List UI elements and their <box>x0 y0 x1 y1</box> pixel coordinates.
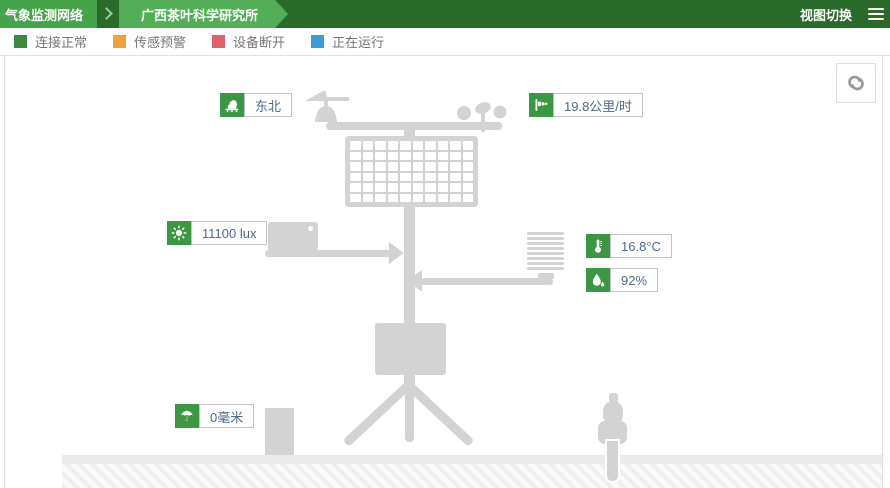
legend-swatch-warning <box>113 35 126 48</box>
umbrella-icon: ☂ <box>175 404 199 428</box>
station-diagram: 东北 19.8公里/时 <box>0 56 890 488</box>
legend-item-disconnected: 设备断开 <box>212 32 285 51</box>
legend-label-warning: 传感预警 <box>134 32 186 51</box>
content-right-border <box>882 56 883 488</box>
topbar-right: 视图切换 <box>800 0 890 28</box>
legend-swatch-disconnected <box>212 35 225 48</box>
sensor-indicator-dot <box>308 226 313 231</box>
hamburger-menu-icon[interactable] <box>868 8 884 20</box>
weathervane-icon <box>220 93 244 117</box>
legend-item-running: 正在运行 <box>311 32 384 51</box>
temperature-value: 16.8°C <box>610 234 672 258</box>
breadcrumb-site-label: 广西茶叶科学研究所 <box>141 5 258 24</box>
humidity-badge[interactable]: 92% <box>586 268 658 292</box>
view-switch-button[interactable]: 视图切换 <box>800 5 852 24</box>
tripod-leg-right <box>405 382 474 447</box>
light-badge[interactable]: 11100 lux <box>167 221 267 245</box>
humidity-value: 92% <box>610 268 658 292</box>
breadcrumb-network[interactable]: 气象监测网络 <box>0 0 97 28</box>
legend-item-connected: 连接正常 <box>14 32 87 51</box>
light-sensor-box <box>268 222 318 251</box>
wind-direction-badge[interactable]: 东北 <box>220 93 292 117</box>
sync-icon <box>845 72 867 94</box>
radiation-shield-base <box>538 273 554 279</box>
legend-item-warning: 传感预警 <box>113 32 186 51</box>
temperature-badge[interactable]: 16.8°C <box>586 234 672 258</box>
rain-gauge-cylinder <box>265 408 294 455</box>
tripod-center-leg <box>405 375 414 442</box>
legend-swatch-running <box>311 35 324 48</box>
status-legend: 连接正常 传感预警 设备断开 正在运行 <box>0 28 890 56</box>
legend-label-disconnected: 设备断开 <box>233 32 285 51</box>
thermometer-icon <box>586 234 610 258</box>
content-left-border <box>4 56 5 488</box>
right-sensor-arm <box>421 278 553 285</box>
topbar: 气象监测网络 广西茶叶科学研究所 视图切换 <box>0 0 890 28</box>
wind-speed-value: 19.8公里/时 <box>553 93 643 117</box>
light-value: 11100 lux <box>191 221 267 245</box>
anemometer-graphic <box>455 100 509 132</box>
sun-icon <box>167 221 191 245</box>
rainfall-badge[interactable]: ☂ 0毫米 <box>175 404 254 428</box>
chevron-right-icon <box>100 7 113 20</box>
left-arm-arrowhead <box>389 242 404 264</box>
wind-vane-graphic <box>305 88 355 124</box>
windsock-icon <box>529 93 553 117</box>
soil-sensor-probe <box>598 393 627 483</box>
weather-station-page: 气象监测网络 广西茶叶科学研究所 视图切换 连接正常 传感预警 设备断开 正在运… <box>0 0 890 488</box>
left-sensor-arm <box>265 250 391 257</box>
control-box <box>375 323 446 375</box>
sync-button[interactable] <box>836 63 876 103</box>
breadcrumb-network-label: 气象监测网络 <box>5 5 83 24</box>
breadcrumb-site[interactable]: 广西茶叶科学研究所 <box>119 0 288 28</box>
radiation-shield <box>527 232 564 279</box>
water-drop-icon <box>586 268 610 292</box>
legend-swatch-connected <box>14 35 27 48</box>
legend-label-connected: 连接正常 <box>35 32 87 51</box>
wind-speed-badge[interactable]: 19.8公里/时 <box>529 93 643 117</box>
wind-direction-value: 东北 <box>244 93 292 117</box>
right-arm-arrowhead <box>407 270 422 292</box>
legend-label-running: 正在运行 <box>332 32 384 51</box>
tripod-leg-left <box>343 382 412 447</box>
rainfall-value: 0毫米 <box>199 404 254 428</box>
ground-hatch <box>62 464 882 488</box>
solar-panel-grid <box>345 136 478 207</box>
ground-surface <box>62 455 882 464</box>
